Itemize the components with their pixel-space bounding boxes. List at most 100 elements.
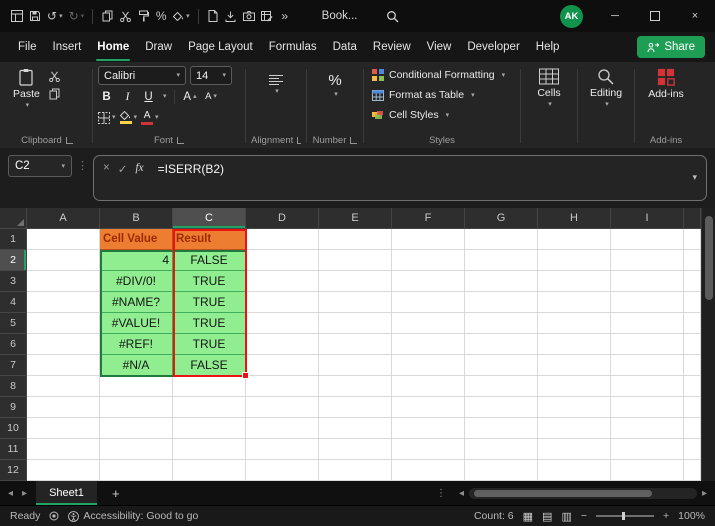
cell[interactable] (100, 418, 173, 439)
cell-a2[interactable] (27, 250, 100, 271)
cell[interactable] (392, 376, 465, 397)
cell[interactable] (611, 271, 684, 292)
cell[interactable] (465, 355, 538, 376)
cell[interactable] (319, 376, 392, 397)
cell[interactable] (611, 439, 684, 460)
column-header-partial[interactable] (684, 208, 701, 229)
cell[interactable] (246, 334, 319, 355)
font-color-button[interactable]: A ▾ (141, 109, 159, 127)
tab-help[interactable]: Help (528, 32, 568, 62)
tab-review[interactable]: Review (365, 32, 419, 62)
cell[interactable] (611, 418, 684, 439)
cell[interactable] (538, 313, 611, 334)
cell[interactable] (684, 460, 701, 481)
cell[interactable] (392, 460, 465, 481)
cell[interactable] (684, 334, 701, 355)
cell[interactable] (611, 397, 684, 418)
cell-b6[interactable]: #REF! (100, 334, 173, 355)
row-header-3[interactable]: 3 (0, 271, 27, 292)
cell-b1[interactable]: Cell Value (100, 229, 173, 250)
cell[interactable] (611, 229, 684, 250)
cell[interactable] (611, 376, 684, 397)
name-box[interactable]: C2 ▾ (8, 155, 72, 177)
tab-formulas[interactable]: Formulas (261, 32, 325, 62)
formula-input[interactable]: × ✓ fx =ISERR(B2) ▾ (93, 155, 707, 201)
scroll-left-arrow[interactable]: ◂ (459, 488, 464, 499)
alignment-button[interactable]: ▾ (263, 71, 289, 98)
cell[interactable] (27, 397, 100, 418)
cell[interactable] (538, 334, 611, 355)
cell[interactable] (465, 439, 538, 460)
cell[interactable] (611, 292, 684, 313)
cell-c4[interactable]: TRUE (173, 292, 246, 313)
number-dialog-launcher[interactable] (350, 137, 358, 144)
cell[interactable] (465, 229, 538, 250)
camera-icon[interactable] (240, 5, 258, 27)
zoom-level[interactable]: 100% (678, 510, 705, 522)
cell[interactable] (611, 334, 684, 355)
cell[interactable] (392, 439, 465, 460)
cell[interactable] (246, 313, 319, 334)
undo-button[interactable]: ↺ ▾ (44, 5, 66, 27)
conditional-formatting-button[interactable]: Conditional Formatting ▾ (369, 65, 515, 85)
cell[interactable] (392, 313, 465, 334)
tab-developer[interactable]: Developer (459, 32, 527, 62)
column-header-f[interactable]: F (392, 208, 465, 229)
cell-b2[interactable]: 4 (100, 250, 173, 271)
cell[interactable] (319, 460, 392, 481)
cell[interactable] (611, 460, 684, 481)
cell[interactable] (100, 376, 173, 397)
copy-icon[interactable] (49, 88, 60, 100)
cell[interactable] (27, 376, 100, 397)
cell[interactable] (465, 250, 538, 271)
number-format-button[interactable]: % ▾ (322, 69, 347, 101)
cell-c5[interactable]: TRUE (173, 313, 246, 334)
cell-a6[interactable] (27, 334, 100, 355)
more-commands-icon[interactable]: » (276, 5, 294, 27)
cell[interactable] (392, 397, 465, 418)
formula-bar-collapse-icon[interactable]: ▾ (692, 172, 697, 183)
accessibility-status[interactable]: Accessibility: Good to go (68, 510, 198, 522)
cell[interactable] (319, 292, 392, 313)
editing-button[interactable]: Editing ▾ (583, 65, 629, 111)
tab-home[interactable]: Home (89, 32, 137, 62)
row-header-6[interactable]: 6 (0, 334, 27, 355)
cell[interactable] (538, 376, 611, 397)
cell[interactable] (465, 313, 538, 334)
cell-c1[interactable]: Result (173, 229, 246, 250)
cell[interactable] (684, 313, 701, 334)
italic-button[interactable]: I (119, 88, 136, 106)
vertical-scroll-thumb[interactable] (705, 216, 713, 300)
clipboard-dialog-launcher[interactable] (65, 137, 73, 144)
cell[interactable] (684, 271, 701, 292)
row-header-11[interactable]: 11 (0, 439, 27, 460)
cell[interactable] (173, 418, 246, 439)
cell[interactable] (100, 460, 173, 481)
row-header-8[interactable]: 8 (0, 376, 27, 397)
zoom-slider-thumb[interactable] (622, 512, 625, 520)
tab-page-layout[interactable]: Page Layout (180, 32, 261, 62)
row-header-10[interactable]: 10 (0, 418, 27, 439)
enter-icon[interactable]: ✓ (118, 162, 128, 200)
cell[interactable] (611, 250, 684, 271)
cell[interactable] (538, 460, 611, 481)
cell[interactable] (538, 418, 611, 439)
avatar[interactable]: AK (560, 4, 583, 28)
zoom-in-button[interactable]: + (663, 510, 669, 522)
cut-icon[interactable] (48, 71, 60, 82)
ribbon-display-options-icon[interactable] (8, 5, 26, 27)
close-button[interactable]: × (675, 0, 715, 32)
cell-a4[interactable] (27, 292, 100, 313)
cell[interactable] (684, 229, 701, 250)
sheet-nav-right-icon[interactable]: ▸ (22, 488, 27, 499)
column-header-b[interactable]: B (100, 208, 173, 229)
cell[interactable] (173, 460, 246, 481)
insert-function-icon[interactable]: fx (135, 162, 143, 200)
grow-font-button[interactable]: A ▴ (182, 88, 199, 106)
cell[interactable] (319, 355, 392, 376)
cell[interactable] (538, 229, 611, 250)
maximize-button[interactable] (635, 0, 675, 32)
cell[interactable] (465, 376, 538, 397)
cell[interactable] (538, 439, 611, 460)
font-size-select[interactable]: 14 ▾ (190, 66, 232, 85)
